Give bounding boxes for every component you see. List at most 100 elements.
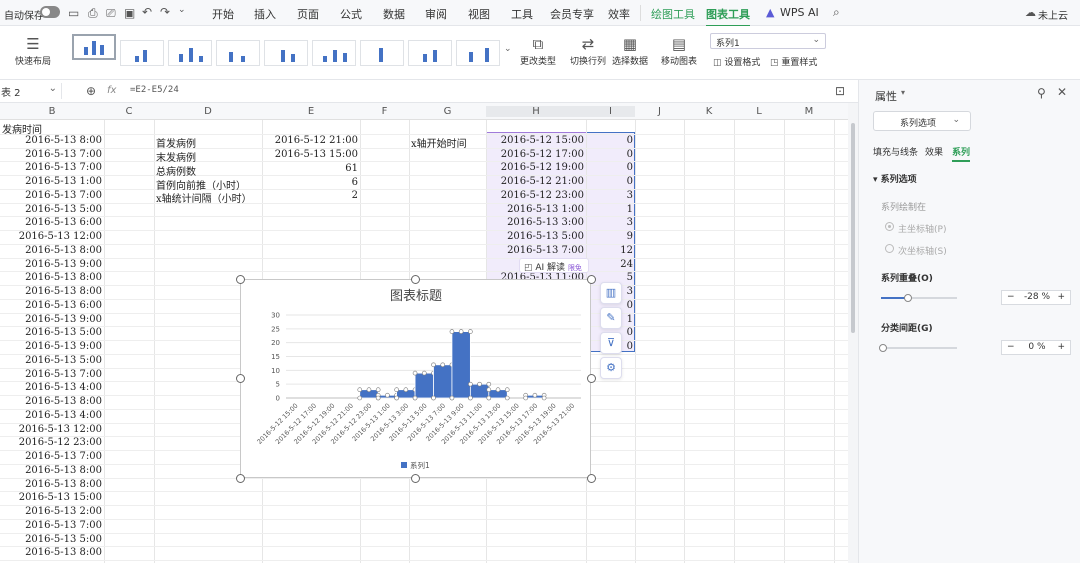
i-cell[interactable]: 1 bbox=[586, 204, 633, 215]
resize-handle[interactable] bbox=[587, 474, 596, 483]
overlap-stepper[interactable]: − -28 % + bbox=[1001, 290, 1071, 305]
cell-e4[interactable]: 61 bbox=[262, 163, 358, 174]
b-cell[interactable]: 2016-5-13 8:00 bbox=[0, 547, 102, 558]
move-chart-button[interactable]: ▤ 移动图表 bbox=[658, 34, 700, 67]
series-options-section[interactable]: ▾ 系列选项 bbox=[873, 172, 917, 185]
chart-object[interactable]: 图表标题 0 5 10 15 20 25 30 2016-5-12 15:00 2016-5-… bbox=[240, 279, 591, 478]
cell-e2[interactable]: 2016-5-12 21:00 bbox=[262, 135, 358, 146]
menu-page[interactable]: 页面 bbox=[297, 6, 319, 22]
col-header-b[interactable]: B bbox=[0, 106, 104, 117]
name-box[interactable]: 表 2 ⌄ bbox=[0, 83, 62, 99]
chart-style-7[interactable] bbox=[360, 40, 404, 66]
chart-style-4[interactable] bbox=[216, 40, 260, 66]
b-cell[interactable]: 2016-5-13 7:00 bbox=[0, 520, 102, 531]
gap-stepper[interactable]: − 0 % + bbox=[1001, 340, 1071, 355]
b-cell[interactable]: 2016-5-12 23:00 bbox=[0, 437, 102, 448]
b-cell[interactable]: 2016-5-13 8:00 bbox=[0, 465, 102, 476]
save-icon[interactable]: ▭ bbox=[68, 6, 79, 20]
overlap-slider[interactable] bbox=[881, 294, 957, 302]
menu-insert[interactable]: 插入 bbox=[254, 6, 276, 22]
b-cell[interactable]: 2016-5-13 9:00 bbox=[0, 259, 102, 270]
cell-e3[interactable]: 2016-5-13 15:00 bbox=[262, 149, 358, 160]
reset-style-button[interactable]: ◳ 重置样式 bbox=[770, 55, 817, 68]
menu-review[interactable]: 审阅 bbox=[425, 6, 447, 22]
gallery-more-icon[interactable]: ⌄ bbox=[504, 44, 512, 54]
chart-style-8[interactable] bbox=[408, 40, 452, 66]
set-format-button[interactable]: ◫ 设置格式 bbox=[713, 55, 760, 68]
chart-style-3[interactable] bbox=[168, 40, 212, 66]
col-header-i[interactable]: I bbox=[586, 106, 635, 117]
menu-formula[interactable]: 公式 bbox=[340, 6, 362, 22]
undo-icon[interactable]: ↶ bbox=[142, 5, 152, 19]
resize-handle[interactable] bbox=[236, 474, 245, 483]
b-cell[interactable]: 2016-5-13 8:00 bbox=[0, 135, 102, 146]
b-cell[interactable]: 2016-5-13 9:00 bbox=[0, 341, 102, 352]
chart-filter-button[interactable]: ⊽ bbox=[600, 332, 622, 354]
h-cell[interactable]: 2016-5-13 7:00 bbox=[486, 245, 584, 256]
menu-tools[interactable]: 工具 bbox=[511, 6, 533, 22]
chart-style-2[interactable] bbox=[120, 40, 164, 66]
scroll-thumb[interactable] bbox=[851, 123, 855, 333]
cell-d4[interactable]: 总病例数 bbox=[156, 163, 196, 178]
column-chart[interactable]: 图表标题 0 5 10 15 20 25 30 2016-5-12 15:002016-5-… bbox=[241, 280, 592, 479]
col-header-d[interactable]: D bbox=[154, 106, 262, 117]
b-cell[interactable]: 2016-5-13 5:00 bbox=[0, 204, 102, 215]
bar[interactable] bbox=[414, 372, 434, 399]
menu-efficiency[interactable]: 效率 bbox=[608, 6, 630, 22]
chart-elements-button[interactable]: ▥ bbox=[600, 282, 622, 304]
cell-e5[interactable]: 6 bbox=[262, 177, 358, 188]
b-cell[interactable]: 2016-5-13 7:00 bbox=[0, 369, 102, 380]
b-cell[interactable]: 2016-5-13 6:00 bbox=[0, 217, 102, 228]
b-cell[interactable]: 2016-5-13 7:00 bbox=[0, 190, 102, 201]
b-cell[interactable]: 2016-5-13 9:00 bbox=[0, 314, 102, 325]
change-type-button[interactable]: ⧉ 更改类型 bbox=[518, 34, 558, 67]
i-cell[interactable]: 0 bbox=[586, 176, 633, 187]
chevron-down-icon[interactable]: ⌄ bbox=[178, 5, 186, 15]
col-header-c[interactable]: C bbox=[104, 106, 154, 117]
b-cell[interactable]: 2016-5-13 8:00 bbox=[0, 245, 102, 256]
chart-style-5[interactable] bbox=[264, 40, 308, 66]
col-header-k[interactable]: K bbox=[684, 106, 734, 117]
i-cell[interactable]: 0 bbox=[586, 162, 633, 173]
b-cell[interactable]: 2016-5-13 8:00 bbox=[0, 479, 102, 490]
chart-title[interactable]: 图表标题 bbox=[390, 289, 442, 304]
select-data-button[interactable]: ▦ 选择数据 bbox=[610, 34, 650, 67]
b-cell[interactable]: 2016-5-13 7:00 bbox=[0, 149, 102, 160]
h-cell[interactable]: 2016-5-13 1:00 bbox=[486, 204, 584, 215]
autosave-toggle[interactable] bbox=[40, 6, 60, 18]
menu-member[interactable]: 会员专享 bbox=[550, 6, 594, 22]
resize-handle[interactable] bbox=[587, 374, 596, 383]
close-icon[interactable]: ✕ bbox=[1057, 85, 1067, 99]
b-cell[interactable]: 2016-5-13 1:00 bbox=[0, 176, 102, 187]
col-header-f[interactable]: F bbox=[360, 106, 409, 117]
b-cell[interactable]: 2016-5-13 5:00 bbox=[0, 355, 102, 366]
col-header-m[interactable]: M bbox=[784, 106, 834, 117]
b-cell[interactable]: 2016-5-13 6:00 bbox=[0, 300, 102, 311]
chart-legend[interactable]: 系列1 bbox=[401, 460, 430, 470]
tab-effects[interactable]: 效果 bbox=[925, 145, 943, 158]
b-cell[interactable]: 2016-5-13 8:00 bbox=[0, 272, 102, 283]
vertical-scrollbar[interactable] bbox=[848, 103, 858, 563]
cloud-status[interactable]: 未上云 bbox=[1038, 7, 1068, 22]
cell-d6[interactable]: x轴统计间隔（小时） bbox=[156, 190, 252, 205]
chevron-down-icon[interactable]: ▾ bbox=[901, 88, 905, 97]
chart-settings-button[interactable]: ⚙ bbox=[600, 357, 622, 379]
b-cell[interactable]: 2016-5-13 15:00 bbox=[0, 492, 102, 503]
resize-handle[interactable] bbox=[411, 275, 420, 284]
pin-icon[interactable]: ⚲ bbox=[1037, 86, 1046, 100]
quick-layout-button[interactable]: ☰ 快速布局 bbox=[8, 34, 58, 67]
b-cell[interactable]: 2016-5-13 7:00 bbox=[0, 162, 102, 173]
b-cell[interactable]: 2016-5-13 2:00 bbox=[0, 506, 102, 517]
col-header-h[interactable]: H bbox=[486, 106, 586, 117]
menu-wps-ai[interactable]: WPS AI bbox=[780, 6, 819, 19]
i-cell[interactable]: 9 bbox=[586, 231, 633, 242]
sheet-grid[interactable]: 发病时间 2016-5-13 8:00 2016-5-13 7:00 2016-5-… bbox=[0, 120, 848, 563]
bar[interactable] bbox=[451, 331, 471, 399]
col-header-g[interactable]: G bbox=[409, 106, 486, 117]
cell-e6[interactable]: 2 bbox=[262, 190, 358, 201]
h-cell[interactable]: 2016-5-13 3:00 bbox=[486, 217, 584, 228]
i-cell[interactable]: 3 bbox=[586, 190, 633, 201]
b-cell[interactable]: 2016-5-13 7:00 bbox=[0, 451, 102, 462]
h-cell[interactable]: 2016-5-12 21:00 bbox=[486, 176, 584, 187]
bar-series[interactable] bbox=[357, 329, 547, 401]
